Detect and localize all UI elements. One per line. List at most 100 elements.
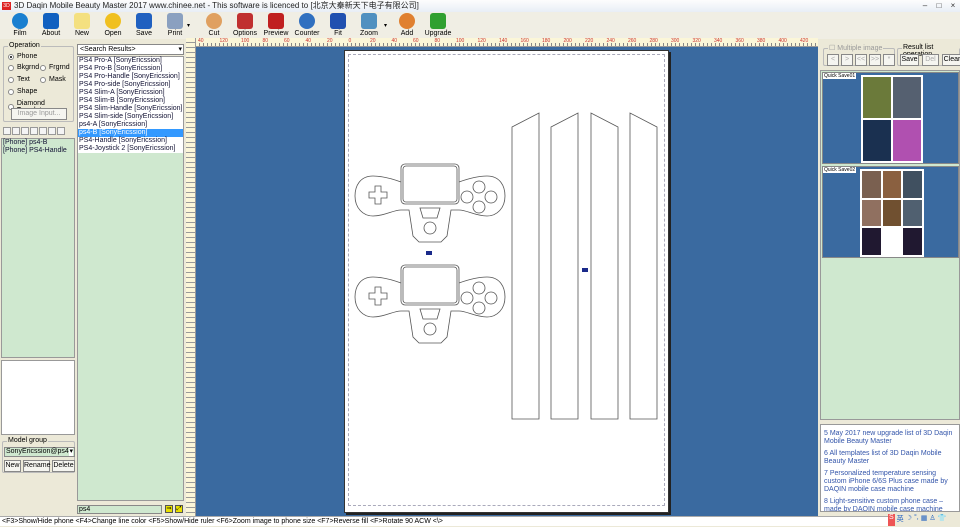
ruler-label: 40 — [391, 38, 398, 44]
model-list-item[interactable]: PS4 Slim-A [SonyEricssion] — [78, 89, 183, 97]
print-icon — [167, 13, 183, 29]
model-list-item[interactable]: PS4 Pro-A [SonyEricssion] — [78, 57, 183, 65]
dropdown-arrow-icon[interactable]: ▾ — [384, 22, 387, 29]
system-tray: S 英 ☽ °, ▦ ♙ 👕 — [888, 514, 960, 526]
status-bar: <F3>Show/Hide phone <F4>Change line colo… — [0, 516, 888, 526]
move-handle-icon — [582, 268, 588, 272]
toolbar-save-button[interactable]: Save — [127, 13, 161, 38]
model-list-item[interactable]: PS4 Pro-Handle [SonyEricssion] — [78, 73, 183, 81]
toolbar-preview-button[interactable]: Preview — [259, 13, 293, 38]
radio-mask[interactable]: Mask — [40, 76, 66, 83]
model-list-item[interactable]: PS4 Slim-B [SonyEricssion] — [78, 97, 183, 105]
model-list-item[interactable]: PS4 Pro-side [SonyEricssion] — [78, 81, 183, 89]
tray-icon[interactable]: 英 — [897, 514, 904, 526]
layer-list[interactable]: [Phone] ps4-B [Phone] PS4-Handle — [1, 138, 75, 358]
ruler-label: 360 — [735, 38, 744, 44]
toolbar-options-button[interactable]: Options — [228, 13, 262, 38]
model-list-item[interactable]: ps4-B [SonyEricssion] — [78, 129, 183, 137]
delete-result-button[interactable]: Del — [922, 54, 939, 66]
multiple-image-label: Multiple image — [837, 45, 883, 52]
image-icon[interactable] — [48, 127, 56, 135]
quick-save-thumbnail — [860, 169, 924, 257]
nav-button[interactable]: >> — [869, 54, 881, 66]
tray-icon[interactable]: 👕 — [938, 514, 947, 526]
toolbar-add-button[interactable]: Add — [390, 13, 424, 38]
layer-item[interactable]: [Phone] ps4-B — [2, 139, 74, 147]
toolbar-label: Options — [232, 30, 258, 37]
toolbar-open-button[interactable]: Open — [96, 13, 130, 38]
move-down-icon[interactable] — [12, 127, 20, 135]
minimize-button[interactable]: – — [920, 1, 930, 10]
new-group-button[interactable]: New — [4, 460, 21, 472]
close-button[interactable]: × — [948, 1, 958, 10]
radio-text[interactable]: Text — [8, 76, 30, 83]
tray-icon[interactable]: S — [888, 514, 895, 526]
delete-icon[interactable] — [57, 127, 65, 135]
model-list-item[interactable]: PS4 Slim-Handle [SonyEricssion] — [78, 105, 183, 113]
clear-result-button[interactable]: Clear — [942, 54, 960, 66]
model-list-item[interactable]: PS4 Slim-side [SonyEricssion] — [78, 113, 183, 121]
model-list-item[interactable]: PS4-Handle [SonyEricssion] — [78, 137, 183, 145]
radio-shape[interactable]: Shape — [8, 88, 37, 95]
rename-group-button[interactable]: Rename — [23, 460, 50, 472]
left-icon[interactable] — [39, 127, 47, 135]
layer-item[interactable]: [Phone] PS4-Handle — [2, 147, 74, 155]
image-input-button[interactable]: Image Input... — [11, 108, 67, 120]
copy-icon[interactable] — [21, 127, 29, 135]
model-list-item[interactable]: ps4-A [SonyEricssion] — [78, 121, 183, 129]
tray-icon[interactable]: ▦ — [921, 514, 928, 526]
news-link[interactable]: 8 Light-sensitive custom phone case – ma… — [824, 498, 956, 511]
save-result-button[interactable]: Save — [900, 54, 919, 66]
operation-title: Operation — [8, 42, 41, 49]
nav-button[interactable]: * — [883, 54, 895, 66]
search-results-select[interactable]: <Search Results> ▾ — [77, 44, 184, 55]
open-icon — [105, 13, 121, 29]
toolbar-new-button[interactable]: New — [65, 13, 99, 38]
radio-frgrnd[interactable]: Frgrnd — [40, 64, 70, 71]
model-list-item[interactable]: PS4-Joystick 2 [SonyEricssion] — [78, 145, 183, 153]
toolbar-fit-button[interactable]: Fit — [321, 13, 355, 38]
triangle-icon[interactable] — [30, 127, 38, 135]
move-up-icon[interactable] — [3, 127, 11, 135]
delete-group-button[interactable]: Delete — [52, 460, 75, 472]
toolbar-about-button[interactable]: About — [34, 13, 68, 38]
radio-label: Text — [17, 76, 30, 83]
quick-save-item[interactable]: Quick Save01 — [822, 72, 959, 164]
nav-button[interactable]: > — [841, 54, 853, 66]
ruler-label: 260 — [628, 38, 637, 44]
news-link[interactable]: 6 All templates list of 3D Daqin Mobile … — [824, 450, 956, 466]
toolbar-label: Film — [13, 30, 27, 37]
radio-bkgrnd[interactable]: Bkgrnd — [8, 64, 39, 71]
news-link[interactable]: 5 May 2017 new upgrade list of 3D Daqin … — [824, 430, 956, 446]
search-expand-icon[interactable]: ⤢ — [175, 505, 183, 513]
toolbar-counter-button[interactable]: Counter — [290, 13, 324, 38]
result-list[interactable]: Quick Save01 Quick Save02 — [820, 70, 960, 420]
quick-save-item[interactable]: Quick Save02 — [822, 166, 959, 258]
radio-phone[interactable]: Phone — [8, 53, 37, 60]
ruler-label: 60 — [413, 38, 419, 44]
canvas-area[interactable] — [196, 47, 818, 516]
nav-button[interactable]: < — [827, 54, 839, 66]
search-input[interactable]: ps4 — [77, 505, 162, 514]
search-go-icon[interactable]: ⇒ — [165, 505, 173, 513]
tray-icon[interactable]: ♙ — [929, 514, 935, 526]
toolbar-cut-button[interactable]: Cut — [197, 13, 231, 38]
nav-button[interactable]: << — [855, 54, 867, 66]
model-list-item[interactable]: PS4 Pro-B [SonyEricssion] — [78, 65, 183, 73]
tray-icon[interactable]: °, — [914, 514, 919, 526]
about-icon — [43, 13, 59, 29]
tray-icon[interactable]: ☽ — [906, 514, 912, 526]
toolbar-zoom-button[interactable]: Zoom — [352, 13, 386, 38]
radio-label: Mask — [49, 76, 66, 83]
quick-save-label: Quick Save02 — [823, 167, 857, 173]
dropdown-arrow-icon[interactable]: ▾ — [187, 22, 190, 29]
news-link[interactable]: 7 Personalized temperature sensing custo… — [824, 470, 956, 494]
model-group-select[interactable]: SonyEricssion@ps4 ▾ — [4, 447, 75, 457]
ruler-label: 180 — [542, 38, 551, 44]
toolbar-upgrade-button[interactable]: Upgrade — [421, 13, 455, 38]
model-list[interactable]: PS4 Pro-A [SonyEricssion] PS4 Pro-B [Sony… — [77, 56, 184, 501]
toolbar-film-button[interactable]: Film — [3, 13, 37, 38]
zoom-icon — [361, 13, 377, 29]
multiple-image-checkbox[interactable]: ☐ Multiple image — [828, 44, 884, 52]
maximize-button[interactable]: □ — [934, 1, 944, 10]
